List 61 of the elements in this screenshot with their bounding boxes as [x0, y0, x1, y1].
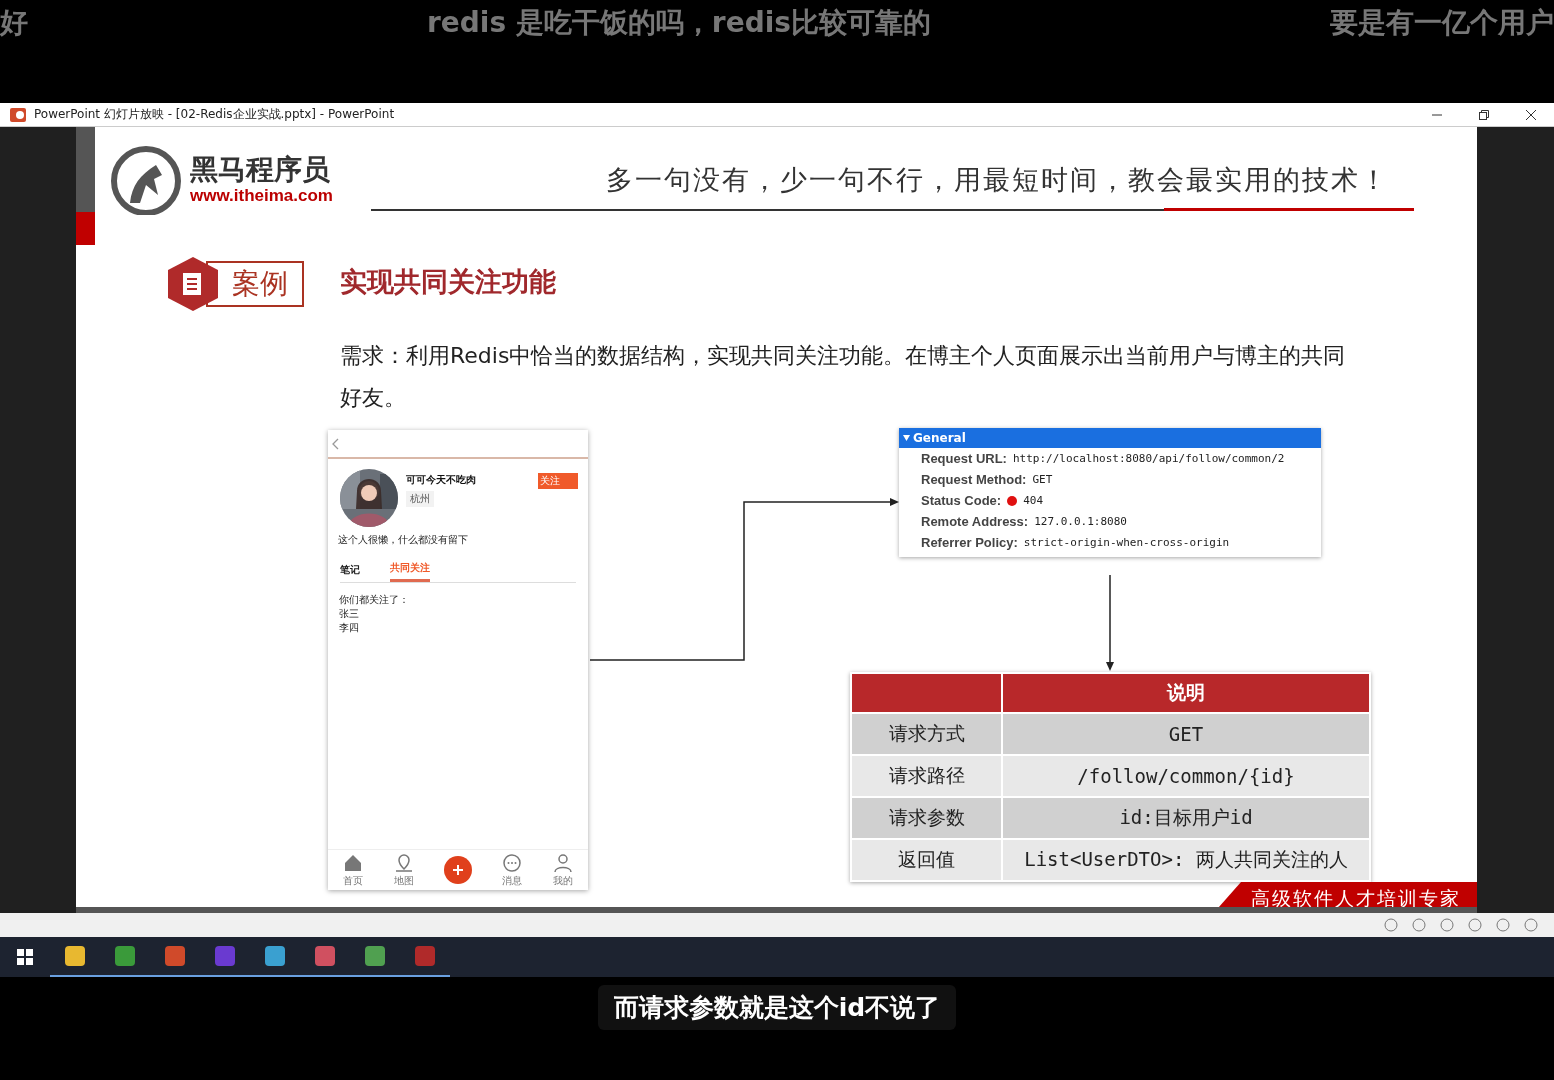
field-value: http://localhost:8080/api/follow/common/2: [1012, 452, 1285, 465]
slideshow-control-icon[interactable]: [1440, 918, 1454, 932]
close-icon: [1525, 109, 1536, 120]
table-cell: GET: [1002, 713, 1370, 755]
nav-item[interactable]: 消息: [500, 852, 523, 888]
field-label: Request Method:: [921, 472, 1027, 487]
profile-bio: 这个人很懒，什么都没有留下: [337, 533, 469, 547]
common-follow-text: 你们都关注了：: [339, 593, 410, 607]
field-label: Remote Address:: [921, 514, 1029, 529]
slogan: 多一句没有，少一句不行，用最短时间，教会最实用的技术！: [606, 163, 1389, 197]
field-value: 404: [1023, 494, 1044, 507]
field-value: strict-origin-when-cross-origin: [1023, 536, 1230, 549]
danmaku-comment: redis 是吃干饭的吗，redis比较可靠的: [427, 5, 931, 41]
window-title: PowerPoint 幻灯片放映 - [02-Redis企业实战.pptx] - PowerPoint: [34, 106, 396, 123]
windows-icon: [17, 949, 33, 965]
document-icon: [168, 257, 218, 311]
restore-icon: [1478, 109, 1489, 120]
common-follow-text: 李四: [339, 621, 360, 635]
table-cell: 返回值: [851, 839, 1002, 881]
brand-url: www.itheima.com: [190, 186, 333, 206]
panel-header: General: [913, 431, 966, 445]
slideshow-control-icon[interactable]: [1524, 918, 1538, 932]
slideshow-control-icon[interactable]: [1496, 918, 1510, 932]
slide-title: 实现共同关注功能: [340, 265, 556, 299]
back-icon[interactable]: [332, 437, 340, 450]
field-label: Request URL:: [921, 451, 1007, 466]
city-tag: 杭州: [406, 491, 434, 507]
nav-item[interactable]: 首页: [342, 852, 365, 888]
table-cell: id:目标用户id: [1002, 797, 1370, 839]
table-cell: 请求方式: [851, 713, 1002, 755]
profile-tab[interactable]: 笔记: [340, 557, 360, 582]
video-caption: 而请求参数就是这个id不说了: [597, 985, 957, 1030]
horse-logo-icon: [110, 145, 184, 215]
nav-item[interactable]: 我的: [551, 852, 574, 888]
danmaku-comment: 好: [0, 5, 28, 41]
nav-item[interactable]: 地图: [393, 852, 416, 888]
field-label: Referrer Policy:: [921, 535, 1018, 550]
add-button[interactable]: [444, 856, 472, 884]
field-label: Status Code:: [921, 493, 1002, 508]
slideshow-control-icon[interactable]: [1384, 918, 1398, 932]
slideshow-control-icon[interactable]: [1412, 918, 1426, 932]
danmaku-comment: 要是有一亿个用户: [1330, 5, 1554, 41]
field-value: 127.0.0.1:8080: [1034, 515, 1127, 528]
powerpoint-icon: [10, 107, 26, 122]
plus-icon: [452, 864, 464, 876]
requirement-text: 需求：利用Redis中恰当的数据结构，实现共同关注功能。在博主个人页面展示出当前用户与博主的共同好友。: [340, 342, 1347, 412]
follow-button[interactable]: 关注: [538, 473, 578, 489]
common-follow-text: 张三: [339, 607, 360, 621]
profile-name: 可可今天不吃肉: [406, 473, 477, 487]
expand-icon[interactable]: [903, 435, 910, 441]
profile-tab[interactable]: 共同关注: [390, 557, 430, 582]
table-header: 说明: [1002, 673, 1370, 713]
brand-name: 黑马程序员: [190, 154, 331, 186]
table-cell: 请求路径: [851, 755, 1002, 797]
table-cell: 请求参数: [851, 797, 1002, 839]
table-cell: /follow/common/{id}: [1002, 755, 1370, 797]
message-icon: [500, 852, 523, 874]
user-icon: [551, 852, 574, 874]
table-cell: List<UserDTO>: 两人共同关注的人: [1002, 839, 1370, 881]
field-value: GET: [1032, 473, 1053, 486]
slideshow-control-icon[interactable]: [1468, 918, 1482, 932]
